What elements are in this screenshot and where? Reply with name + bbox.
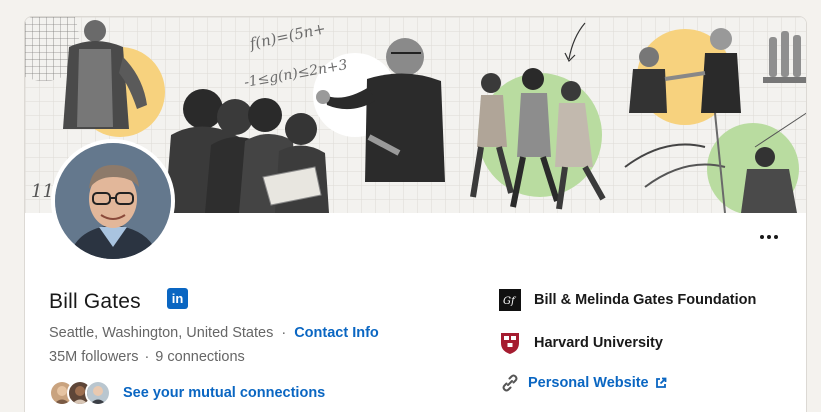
contact-info-link[interactable]: Contact Info <box>294 325 379 341</box>
sidebar-item-website[interactable]: Personal Website <box>498 370 798 396</box>
mutual-connections-link[interactable]: See your mutual connections <box>123 385 325 401</box>
separator: · <box>281 325 287 341</box>
mutual-connections[interactable]: See your mutual connections <box>49 379 325 407</box>
profile-photo <box>55 143 171 259</box>
sidebar-item-label: Personal Website <box>528 375 649 391</box>
location-line: Seattle, Washington, United States · Conta… <box>49 325 379 341</box>
harvard-shield-icon <box>498 331 522 355</box>
location-text: Seattle, Washington, United States <box>49 325 274 341</box>
link-icon <box>498 371 522 395</box>
mutual-avatar <box>85 380 111 406</box>
followers-count: 35M followers <box>49 349 139 365</box>
profile-avatar[interactable] <box>51 139 175 263</box>
dot <box>760 235 764 239</box>
dot <box>774 235 778 239</box>
stats-line: 35M followers · 9 connections <box>49 349 245 365</box>
sidebar-item-harvard[interactable]: Harvard University <box>498 330 798 356</box>
profile-name: Bill Gates <box>49 290 141 313</box>
profile-card: f(n)=(5n+ -1≤g(n)≤2n+3 11 Bill Gates in … <box>24 16 807 412</box>
dot <box>767 235 771 239</box>
more-actions-button[interactable] <box>756 227 782 247</box>
linkedin-badge-icon[interactable]: in <box>167 288 188 309</box>
sidebar-item-label: Harvard University <box>534 335 663 351</box>
foundation-logo-icon: Gf <box>498 288 522 312</box>
separator: · <box>144 349 150 365</box>
sidebar-item-label: Bill & Melinda Gates Foundation <box>534 292 757 308</box>
external-link-icon <box>655 377 667 388</box>
connections-count: 9 connections <box>155 349 245 365</box>
sidebar-item-foundation[interactable]: Gf Bill & Melinda Gates Foundation <box>498 287 798 313</box>
